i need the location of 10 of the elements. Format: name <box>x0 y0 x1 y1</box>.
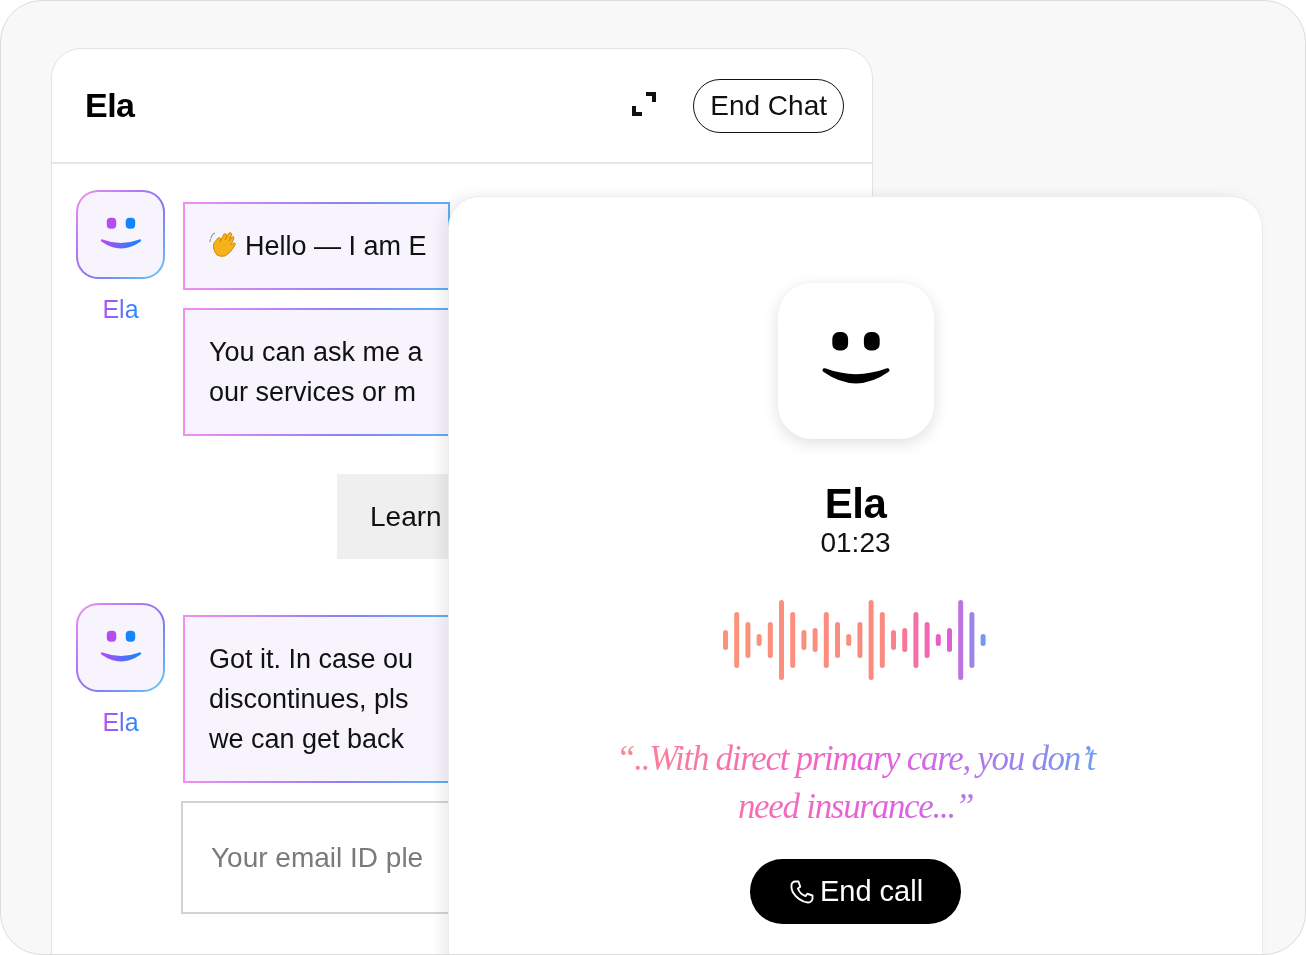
message-text: Hello — I am E <box>245 230 427 263</box>
message-text: Got it. In case ou discontinues, pls we can get back <box>209 643 414 756</box>
end-chat-button[interactable]: End Chat <box>693 78 844 133</box>
end-call-button[interactable]: End call <box>750 859 961 924</box>
email-input-field[interactable]: Your email ID ple <box>181 801 450 914</box>
learn-button[interactable]: Learn <box>337 474 450 559</box>
message-text: You can ask me a our services or m <box>209 336 423 409</box>
chat-title: Ela <box>85 86 136 125</box>
call-timer: 01:23 <box>820 527 891 559</box>
caller-name: Ela <box>824 481 887 527</box>
